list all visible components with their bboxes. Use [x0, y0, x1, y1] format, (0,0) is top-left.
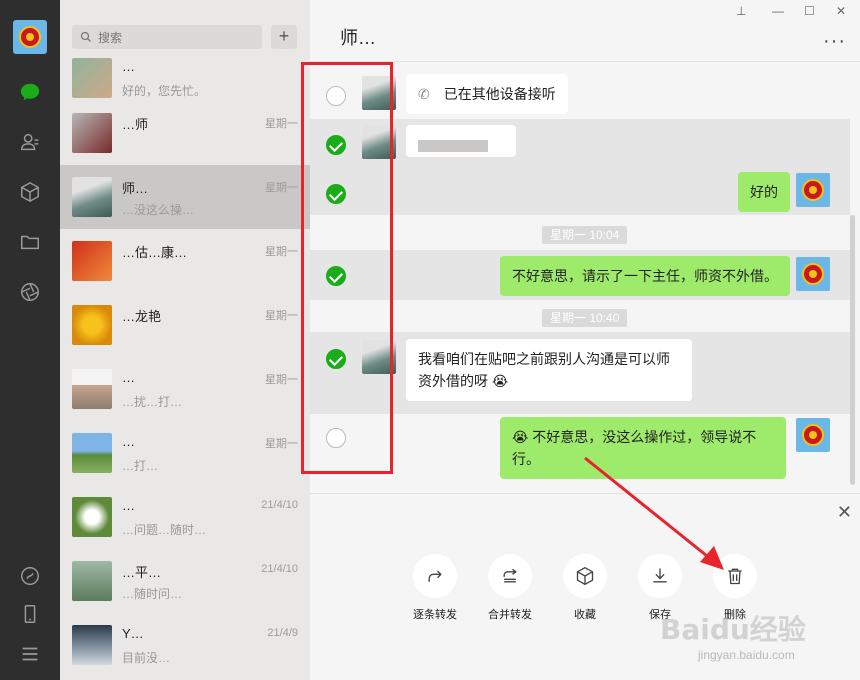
watermark: Baidu经验 jingyan.baidu.com — [660, 608, 806, 662]
watermark-text: Baidu经验 — [660, 613, 806, 646]
watermark-sub: jingyan.baidu.com — [698, 648, 795, 662]
annotation-arrow-icon — [584, 456, 724, 570]
